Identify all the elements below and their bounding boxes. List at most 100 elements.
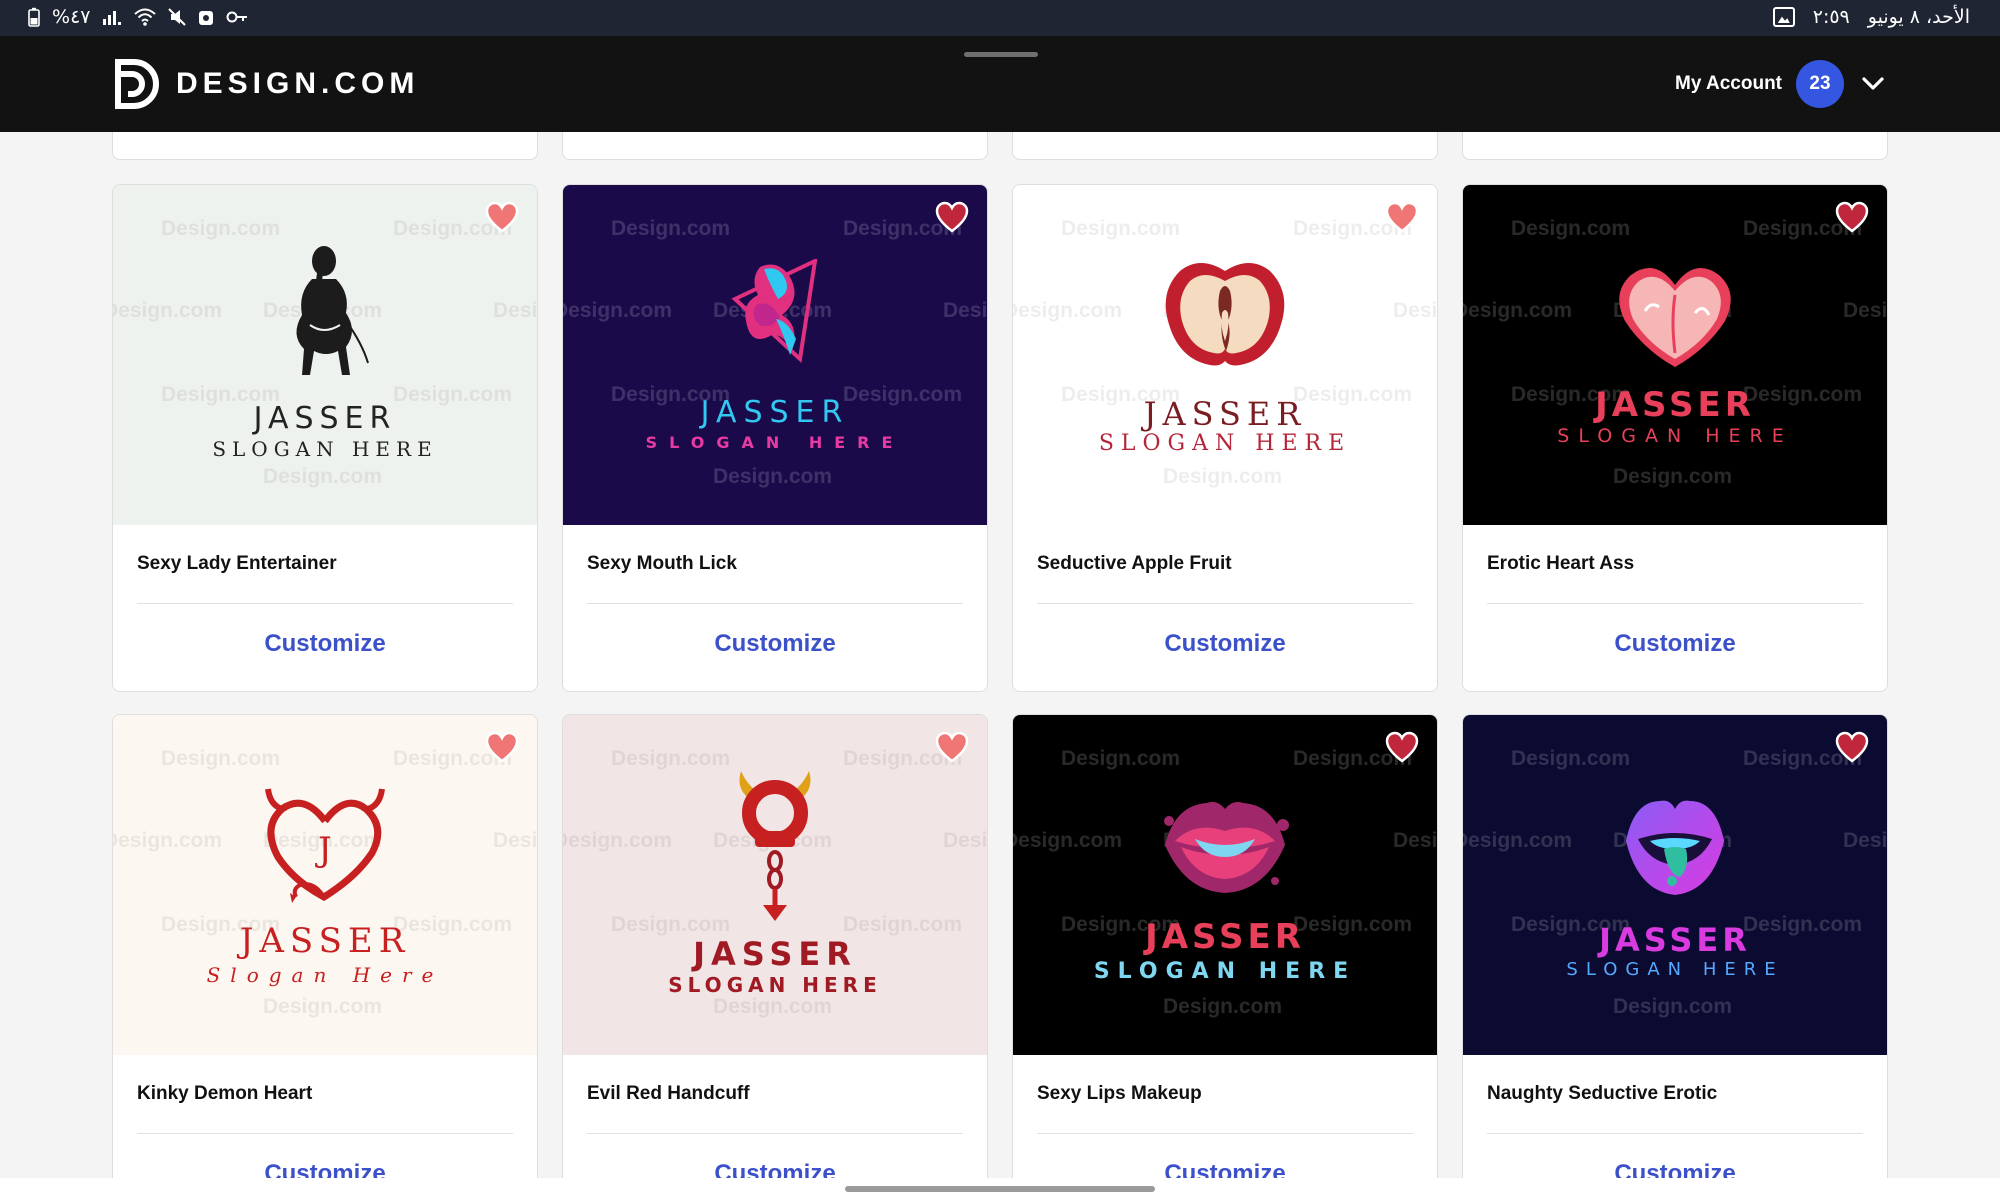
watermark-text: Design.com xyxy=(611,913,731,936)
favorite-heart-icon[interactable] xyxy=(935,731,969,765)
logo-slogan-text: SLOGAN HERE xyxy=(1557,425,1793,447)
logo-brand-text: JASSER xyxy=(1145,917,1305,957)
logo-preview[interactable]: Design.com Design.com Design.com Design.com… xyxy=(1013,185,1437,525)
wifi-icon xyxy=(134,8,157,26)
lips-makeup-graphic xyxy=(1164,801,1289,893)
mute-icon xyxy=(168,8,187,26)
logo-brand-text: JASSER xyxy=(253,401,397,436)
logo-preview[interactable]: Design.com Design.com Design.com Design.com… xyxy=(563,715,987,1055)
home-indicator[interactable] xyxy=(845,1186,1155,1192)
watermark-text: Design.com xyxy=(113,829,223,852)
design-com-logo-icon xyxy=(115,59,159,109)
apple-fruit-graphic xyxy=(1165,263,1285,366)
mouth-lick-graphic xyxy=(731,259,818,364)
customize-button[interactable]: Customize xyxy=(137,604,513,658)
logo-preview[interactable]: Design.com Design.com Design.com Design.com… xyxy=(563,185,987,525)
watermark-text: Design.com xyxy=(161,747,281,770)
chevron-down-icon[interactable] xyxy=(1858,69,1888,99)
customize-button[interactable]: Customize xyxy=(1037,604,1413,658)
logo-card-partial[interactable] xyxy=(1462,132,1888,160)
card-body: Erotic Heart Ass Customize xyxy=(1463,525,1887,691)
watermark-text: Design.com xyxy=(1463,299,1573,322)
logo-title[interactable]: Kinky Demon Heart xyxy=(137,1055,513,1134)
system-nav-area xyxy=(0,1178,2000,1200)
status-time: ٢:٥٩ xyxy=(1812,6,1850,28)
lock-app-icon xyxy=(199,11,214,25)
top-nav: DESIGN.COM My Account 23 xyxy=(0,36,2000,132)
customize-button[interactable]: Customize xyxy=(137,1134,513,1178)
logo-card-partial[interactable] xyxy=(112,132,538,160)
watermark-text: Design.com xyxy=(1843,829,1887,852)
favorite-heart-icon[interactable] xyxy=(935,201,969,235)
card-body: Evil Red Handcuff Customize xyxy=(563,1055,987,1178)
watermark-text: Design.com xyxy=(1463,829,1573,852)
logo-preview[interactable]: Design.com Design.com Design.com Design.com… xyxy=(1463,185,1887,525)
logo-card-partial[interactable] xyxy=(1012,132,1438,160)
watermark-text: Design.com xyxy=(563,829,673,852)
logo-title[interactable]: Sexy Mouth Lick xyxy=(587,525,963,604)
logo-slogan-text: SLOGAN HERE xyxy=(1098,431,1352,456)
logo-title[interactable]: Sexy Lady Entertainer xyxy=(137,525,513,604)
logo-card[interactable]: Design.com Design.com Design.com Design.com… xyxy=(1462,714,1888,1178)
watermark-text: Design.com xyxy=(1511,747,1631,770)
card-body: Sexy Mouth Lick Customize xyxy=(563,525,987,691)
favorite-heart-icon[interactable] xyxy=(1385,201,1419,235)
watermark-text: Design.com xyxy=(563,299,673,322)
logo-preview[interactable]: Design.com Design.com Design.com Design.com… xyxy=(113,715,537,1055)
favorite-heart-icon[interactable] xyxy=(485,731,519,765)
customize-button[interactable]: Customize xyxy=(1037,1134,1413,1178)
design-com-logo[interactable]: DESIGN.COM xyxy=(114,58,419,110)
logo-card[interactable]: Design.com Design.com Design.com Design.com… xyxy=(1012,714,1438,1178)
my-account-link[interactable]: My Account xyxy=(1675,73,1782,95)
logo-card[interactable]: Design.com Design.com Design.com Design.com… xyxy=(562,184,988,692)
watermark-text: Design.com xyxy=(113,299,223,322)
favorite-heart-icon[interactable] xyxy=(1835,201,1869,235)
logo-title[interactable]: Evil Red Handcuff xyxy=(587,1055,963,1134)
customize-button[interactable]: Customize xyxy=(587,604,963,658)
logo-card[interactable]: Design.com Design.com Design.com Design.com… xyxy=(1462,184,1888,692)
watermark-text: Design.com xyxy=(1061,217,1181,240)
favorite-heart-icon[interactable] xyxy=(1835,731,1869,765)
logo-preview[interactable]: Design.com Design.com Design.com Design.com… xyxy=(1013,715,1437,1055)
watermark-text: Design.com xyxy=(161,217,281,240)
account-badge[interactable]: 23 xyxy=(1796,60,1844,108)
status-date: الأحد، ٨ يونيو xyxy=(1867,6,1970,28)
svg-text:J: J xyxy=(315,830,332,870)
watermark-text: Design.com xyxy=(611,217,731,240)
logo-title[interactable]: Naughty Seductive Erotic xyxy=(1487,1055,1863,1134)
watermark-text: Design.com xyxy=(1613,995,1733,1018)
customize-button[interactable]: Customize xyxy=(1487,604,1863,658)
battery-percent: %٤٧ xyxy=(52,6,91,28)
logo-slogan-text: Slogan Here xyxy=(206,963,444,987)
logo-card-partial[interactable] xyxy=(562,132,988,160)
watermark-text: Design.com xyxy=(713,465,833,488)
customize-button[interactable]: Customize xyxy=(1487,1134,1863,1178)
watermark-text: Design.com xyxy=(1393,829,1437,852)
favorite-heart-icon[interactable] xyxy=(1385,731,1419,765)
favorite-heart-icon[interactable] xyxy=(485,201,519,235)
red-handcuff-graphic xyxy=(739,771,811,921)
watermark-text: Design.com xyxy=(943,829,987,852)
logo-card[interactable]: Design.com Design.com Design.com Design.com… xyxy=(1012,184,1438,692)
logo-title[interactable]: Seductive Apple Fruit xyxy=(1037,525,1413,604)
status-bar: %٤٧ ٢:٥٩ الأحد، ٨ يونيو xyxy=(0,0,2000,36)
logo-title[interactable]: Erotic Heart Ass xyxy=(1487,525,1863,604)
logo-preview[interactable]: Design.com Design.com Design.com Design.com… xyxy=(1463,715,1887,1055)
customize-button[interactable]: Customize xyxy=(587,1134,963,1178)
logo-card[interactable]: Design.com Design.com Design.com Design.com… xyxy=(562,714,988,1178)
logo-slogan-text: SLOGAN HERE xyxy=(1566,959,1784,980)
logo-card[interactable]: Design.com Design.com Design.com Design.com… xyxy=(112,184,538,692)
watermark-text: Design.com xyxy=(1013,299,1123,322)
watermark-text: Design.com xyxy=(713,995,833,1018)
watermark-text: Design.com xyxy=(1843,299,1887,322)
logo-card[interactable]: Design.com Design.com Design.com Design.com… xyxy=(112,714,538,1178)
logo-title[interactable]: Sexy Lips Makeup xyxy=(1037,1055,1413,1134)
watermark-text: Design.com xyxy=(1511,217,1631,240)
watermark-text: Design.com xyxy=(493,299,537,322)
drag-handle[interactable] xyxy=(964,52,1038,57)
card-body: Naughty Seductive Erotic Customize xyxy=(1463,1055,1887,1178)
logo-results-grid: Design.com Design.com Design.com Design.com… xyxy=(0,132,2000,1178)
account-menu[interactable]: My Account 23 xyxy=(1675,60,1888,108)
logo-slogan-text: SLOGAN HERE xyxy=(645,433,905,452)
logo-preview[interactable]: Design.com Design.com Design.com Design.com… xyxy=(113,185,537,525)
